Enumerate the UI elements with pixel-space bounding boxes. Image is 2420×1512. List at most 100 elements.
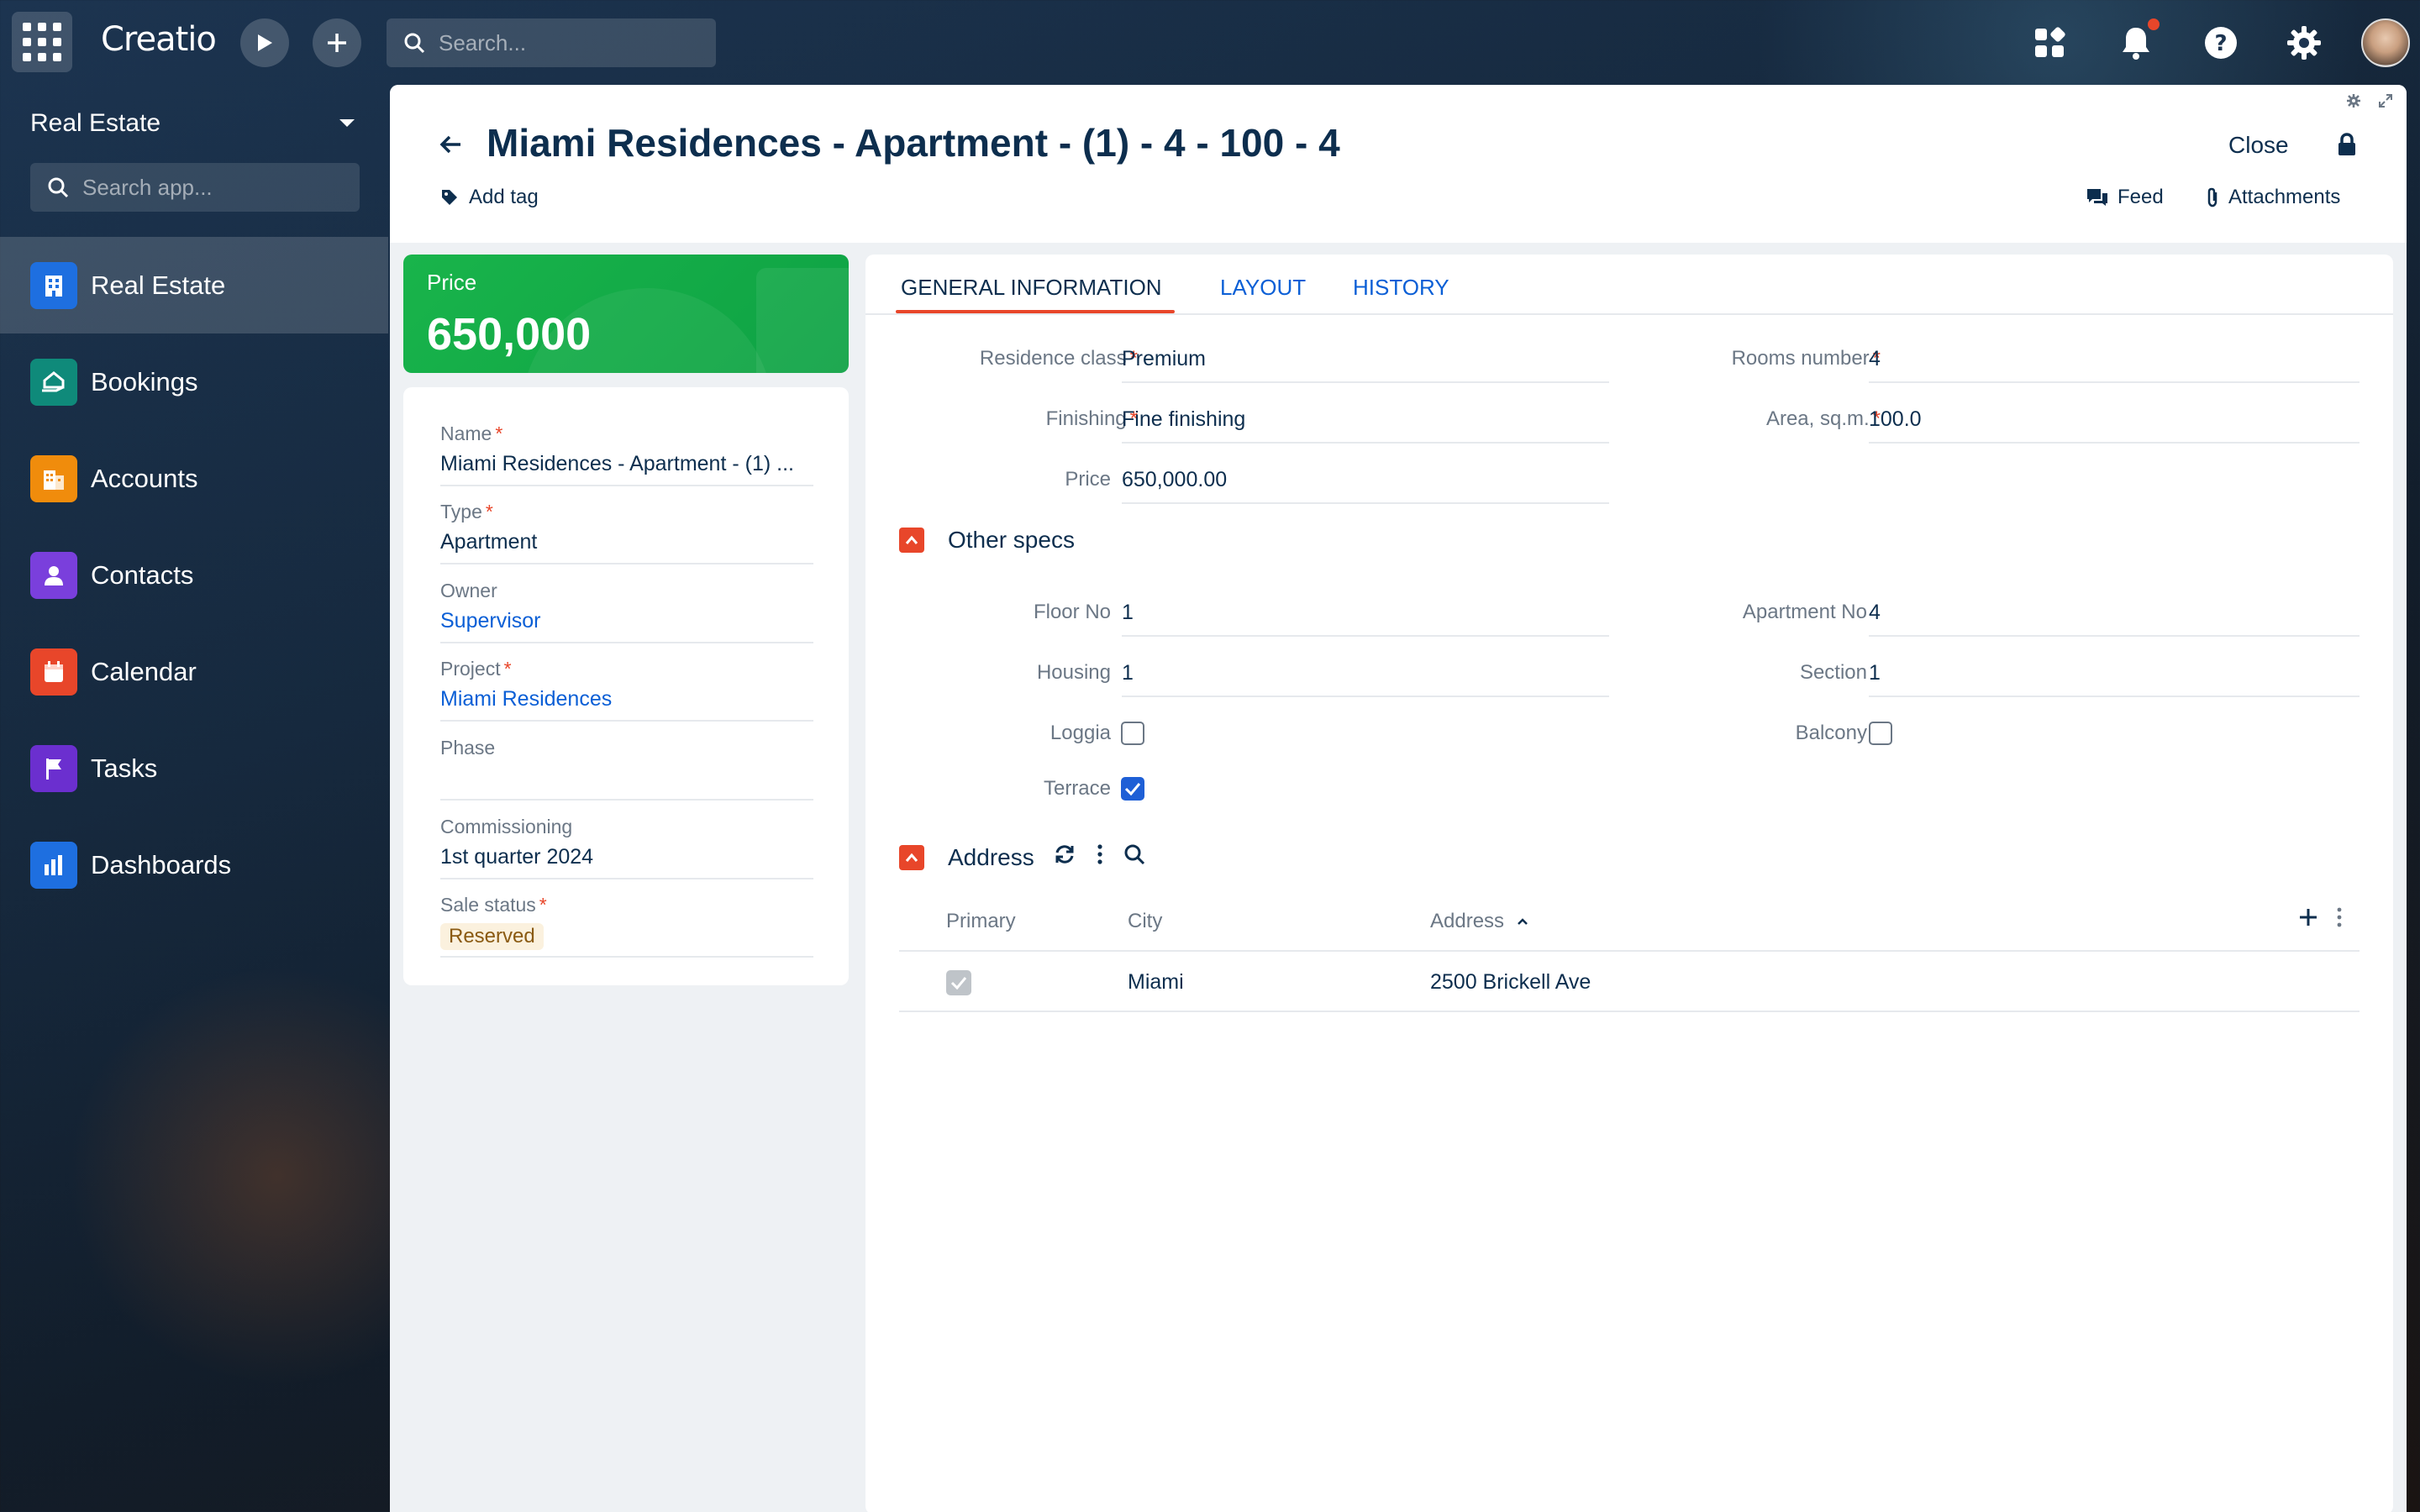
- project-label: Project: [440, 658, 501, 680]
- housing-field[interactable]: 1: [1122, 661, 1609, 697]
- workspace-title[interactable]: Real Estate: [30, 109, 160, 138]
- name-value: Miami Residences - Apartment - (1) ...: [440, 452, 794, 475]
- floor-no-field[interactable]: 1: [1122, 601, 1609, 637]
- run-process-button[interactable]: [240, 18, 289, 67]
- expand-button[interactable]: [2378, 93, 2393, 113]
- arrow-left-icon: [439, 135, 460, 154]
- paperclip-icon: [2207, 187, 2217, 207]
- name-field[interactable]: Name * Miami Residences - Apartment - (1)…: [440, 423, 813, 486]
- sidebar-item-calendar[interactable]: Calendar: [0, 623, 388, 720]
- sale-status-label: Sale status: [440, 894, 536, 916]
- finishing-label-text: Finishing: [1045, 407, 1127, 430]
- collapse-chevron-up-icon[interactable]: [899, 528, 924, 553]
- terrace-checkbox[interactable]: [1121, 777, 1144, 801]
- gear-icon: [2287, 26, 2321, 60]
- tab-history[interactable]: HISTORY: [1353, 275, 1449, 301]
- commissioning-field[interactable]: Commissioning 1st quarter 2024: [440, 816, 813, 879]
- bar-chart-icon: [30, 841, 77, 889]
- apartment-no-field[interactable]: 4: [1869, 601, 2360, 637]
- sidebar-item-dashboards[interactable]: Dashboards: [0, 816, 388, 913]
- required-marker: *: [539, 894, 547, 916]
- expand-icon: [2379, 94, 2392, 108]
- loggia-checkbox[interactable]: [1121, 722, 1144, 745]
- workspace-dropdown-caret-icon[interactable]: [339, 119, 355, 127]
- more-vertical-icon[interactable]: [1097, 843, 1103, 871]
- person-icon: [30, 551, 77, 599]
- other-specs-section-header[interactable]: Other specs: [899, 527, 1075, 554]
- add-tag-button[interactable]: Add tag: [440, 186, 539, 209]
- back-button[interactable]: [439, 132, 464, 161]
- apps-grid-icon: [2035, 27, 2065, 57]
- settings-button[interactable]: [2280, 18, 2328, 67]
- sidebar-item-label: Accounts: [91, 463, 198, 493]
- add-address-button[interactable]: [2297, 906, 2319, 932]
- refresh-icon[interactable]: [1053, 843, 1076, 872]
- finishing-label: Finishing *: [899, 407, 1138, 431]
- grid-row-divider: [899, 1011, 2360, 1012]
- search-icon: [48, 177, 69, 198]
- feed-label: Feed: [2118, 186, 2164, 208]
- attachments-button[interactable]: Attachments: [2205, 186, 2340, 209]
- tab-general-information[interactable]: GENERAL INFORMATION: [901, 275, 1162, 301]
- page-settings-button[interactable]: [2346, 93, 2361, 113]
- grid-more-button[interactable]: [2336, 906, 2343, 932]
- section-field[interactable]: 1: [1869, 661, 2360, 697]
- sidebar-item-label: Dashboards: [91, 849, 232, 879]
- name-label: Name: [440, 423, 492, 444]
- create-record-button[interactable]: [313, 18, 361, 67]
- project-link[interactable]: Miami Residences: [440, 687, 813, 711]
- sidebar-item-tasks[interactable]: Tasks: [0, 720, 388, 816]
- area-field[interactable]: 100.0: [1869, 407, 2360, 444]
- sidebar-item-real-estate[interactable]: Real Estate: [0, 237, 388, 333]
- loggia-label: Loggia: [1050, 722, 1111, 744]
- primary-checkbox: [946, 970, 971, 995]
- project-field[interactable]: Project * Miami Residences: [440, 658, 813, 722]
- creatio-logo: Creatio: [101, 20, 217, 59]
- finishing-field[interactable]: Fine finishing: [1122, 407, 1609, 444]
- phase-field[interactable]: Phase: [440, 737, 813, 801]
- sidebar-item-bookings[interactable]: Bookings: [0, 333, 388, 430]
- type-field[interactable]: Type * Apartment: [440, 501, 813, 564]
- section-label: Section: [1799, 661, 1867, 684]
- price-field[interactable]: 650,000.00: [1122, 468, 1609, 504]
- owner-label: Owner: [440, 580, 497, 601]
- lock-button[interactable]: [2336, 132, 2358, 161]
- balcony-checkbox[interactable]: [1869, 722, 1892, 745]
- rooms-number-field[interactable]: 4: [1869, 347, 2360, 383]
- residence-class-field[interactable]: Premium: [1122, 347, 1609, 383]
- sale-status-field[interactable]: Sale status * Reserved: [440, 894, 813, 958]
- terrace-label: Terrace: [1043, 777, 1111, 800]
- owner-link[interactable]: Supervisor: [440, 609, 813, 633]
- collapse-chevron-up-icon[interactable]: [899, 844, 924, 870]
- sidebar-item-contacts[interactable]: Contacts: [0, 527, 388, 623]
- sidebar-item-label: Tasks: [91, 753, 158, 783]
- residence-class-label: Residence class *: [899, 347, 1138, 370]
- feed-button[interactable]: Feed: [2086, 186, 2164, 209]
- app-search-input[interactable]: Search app...: [30, 163, 360, 212]
- rooms-number-label: Rooms number *: [1622, 347, 1881, 370]
- add-tag-label: Add tag: [469, 186, 539, 208]
- user-avatar[interactable]: [2361, 18, 2410, 67]
- app-launcher-button[interactable]: [12, 12, 72, 72]
- sidebar-item-label: Contacts: [91, 559, 194, 590]
- tab-layout[interactable]: LAYOUT: [1220, 275, 1306, 301]
- address-title: Address: [948, 843, 1034, 870]
- home-hand-icon: [30, 358, 77, 406]
- column-header-primary[interactable]: Primary: [946, 910, 1016, 933]
- global-search-input[interactable]: Search...: [387, 18, 716, 67]
- lock-icon: [2338, 133, 2355, 155]
- grid-header-divider: [899, 950, 2360, 952]
- search-icon[interactable]: [1123, 843, 1145, 871]
- city-link[interactable]: Miami: [1128, 970, 1184, 995]
- help-button[interactable]: ?: [2196, 18, 2245, 67]
- app-hub-button[interactable]: [2025, 18, 2074, 67]
- column-header-address[interactable]: Address: [1430, 910, 1529, 933]
- close-button[interactable]: Close: [2228, 132, 2289, 159]
- address-section-header[interactable]: Address: [899, 843, 1145, 872]
- bell-icon: [2123, 28, 2149, 60]
- app-search-placeholder: Search app...: [82, 174, 213, 200]
- column-header-city[interactable]: City: [1128, 910, 1162, 933]
- owner-field[interactable]: Owner Supervisor: [440, 580, 813, 643]
- page-title: Miami Residences - Apartment - (1) - 4 -…: [487, 121, 1340, 165]
- sidebar-item-accounts[interactable]: Accounts: [0, 430, 388, 527]
